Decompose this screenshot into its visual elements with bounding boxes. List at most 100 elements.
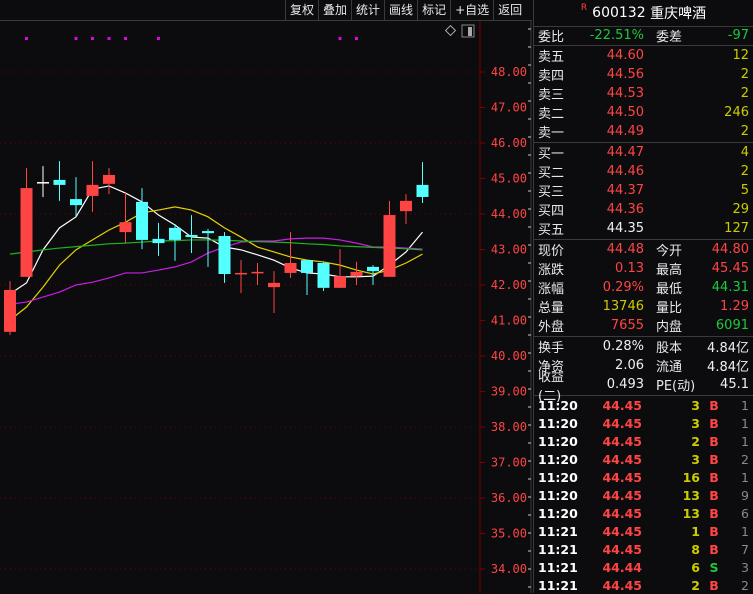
y-tick-label: 39.00 [491, 385, 527, 399]
fund-value: 45.1 [720, 377, 749, 392]
toolbar-button-1[interactable]: 叠加 [318, 0, 351, 20]
y-tick-label: 42.00 [491, 278, 527, 292]
stat-label: 最高 [656, 263, 683, 278]
candle-body [70, 199, 82, 206]
sell-volume: 2 [740, 86, 749, 101]
buy-row: 买一 44.47 4 [534, 143, 753, 162]
trade-count: 1 [741, 469, 749, 485]
fund-label: 股本 [656, 341, 683, 356]
fund-value: 0.28% [602, 339, 644, 354]
signal-marker [355, 37, 358, 40]
trade-row: 11:20 44.45 16 B 1 [534, 468, 753, 486]
sell-level-label: 卖一 [538, 126, 565, 141]
toolbar-buttons: 复权 叠加 统计 画线 标记 +自选 返回 [285, 0, 526, 20]
y-tick-label: 34.00 [491, 562, 527, 576]
sell-price: 44.53 [606, 86, 644, 101]
weibi-row: 委比 -22.51% 委差 -97 [534, 27, 753, 46]
candle-body [37, 182, 49, 184]
y-tick-label: 47.00 [491, 101, 527, 115]
buy-volume: 29 [732, 202, 749, 217]
quote-stats: 现价 44.48 今开 44.80 涨跌 0.13 最高 45.45 涨幅 0.29% 最低 44.3… [534, 240, 753, 337]
trade-count: 7 [741, 541, 749, 557]
stat-label: 今开 [656, 244, 683, 259]
signal-marker [91, 37, 94, 40]
trade-side: B [709, 433, 719, 449]
fund-value: 0.493 [606, 377, 644, 392]
trade-price: 44.45 [602, 577, 642, 593]
toolbar-button-4[interactable]: 标记 [417, 0, 450, 20]
stock-code: 600132 [592, 5, 646, 21]
sell-row: 卖一 44.49 2 [534, 122, 753, 141]
candle-body [185, 234, 198, 238]
trade-count: 1 [741, 433, 749, 449]
signal-marker [107, 37, 111, 40]
candle-body [284, 262, 297, 273]
buy-price: 44.47 [606, 145, 644, 160]
candle-body [119, 222, 132, 233]
trade-side: B [709, 577, 719, 593]
fund-label: PE(动) [656, 379, 696, 394]
trade-time: 11:21 [538, 541, 578, 557]
toolbar-button-6[interactable]: 返回 [493, 0, 526, 20]
fund-value: 4.84亿 [707, 341, 749, 356]
candle-body [367, 266, 379, 272]
stat-label: 涨幅 [538, 282, 565, 297]
y-tick-label: 46.00 [491, 136, 527, 150]
fundamental-row: 收益(二) 0.493 PE(动) 45.1 [534, 370, 753, 404]
stat-value: 44.31 [711, 280, 749, 295]
stock-name: 重庆啤酒 [650, 6, 707, 22]
sell-level-label: 卖二 [538, 107, 565, 122]
y-tick-label: 36.00 [491, 491, 527, 505]
signal-marker [74, 37, 78, 40]
trade-row: 11:20 44.45 13 B 6 [534, 504, 753, 522]
sell-row: 卖五 44.60 12 [534, 46, 753, 65]
y-tick-label: 37.00 [491, 456, 527, 470]
trade-time: 11:20 [538, 433, 578, 449]
stat-label: 涨跌 [538, 263, 565, 278]
buy-price: 44.46 [606, 164, 644, 179]
trade-count: 3 [741, 559, 749, 575]
candle-body [251, 271, 264, 274]
signal-marker [338, 37, 342, 40]
candle-body [4, 289, 16, 332]
signal-marker [25, 37, 28, 40]
signal-marker [157, 37, 160, 40]
sell-price: 44.50 [606, 105, 644, 120]
trade-time: 11:21 [538, 523, 578, 539]
trade-qty: 2 [691, 577, 700, 593]
buy-volume: 5 [740, 183, 749, 198]
toolbar-button-0[interactable]: 复权 [285, 0, 318, 20]
y-tick-label: 48.00 [491, 65, 527, 79]
stat-value: 45.45 [711, 261, 749, 276]
trade-qty: 3 [691, 451, 700, 467]
toolbar-button-5[interactable]: +自选 [450, 0, 493, 20]
candle-body [400, 200, 412, 212]
fund-value: 4.84亿 [707, 360, 749, 375]
candle-body [136, 201, 148, 240]
y-tick-label: 44.00 [491, 207, 527, 221]
candle-body [350, 271, 363, 277]
stat-value: 0.29% [602, 280, 644, 295]
trade-ticks: 11:20 44.45 3 B 1 11:20 44.45 3 B 1 11:20 44.45 2 B 1 1… [534, 396, 753, 594]
sell-row: 卖四 44.56 2 [534, 65, 753, 84]
trade-price: 44.44 [602, 559, 642, 575]
trade-qty: 3 [691, 415, 700, 431]
y-tick-label: 43.00 [491, 243, 527, 257]
toolbar-button-3[interactable]: 画线 [384, 0, 417, 20]
buy-level-label: 买五 [538, 223, 565, 238]
candle-body [301, 260, 313, 273]
trade-price: 44.45 [602, 397, 642, 413]
y-tick-label: 41.00 [491, 314, 527, 328]
trade-price: 44.45 [602, 451, 642, 467]
stat-value: 13746 [602, 299, 644, 314]
trade-side: B [709, 469, 719, 485]
toolbar-button-2[interactable]: 统计 [351, 0, 384, 20]
stat-label: 外盘 [538, 320, 565, 335]
y-tick-label: 35.00 [491, 527, 527, 541]
toolbar: 复权 叠加 统计 画线 标记 +自选 返回 [0, 0, 532, 21]
sell-book: 卖五 44.60 12 卖四 44.56 2 卖三 44.53 2 卖二 44.50 246 卖一 44.… [534, 46, 753, 143]
kline-chart[interactable]: 48.00 47.00 46.00 45.00 44.00 43.00 42.00 41.00… [0, 21, 532, 593]
fund-label: 换手 [538, 341, 565, 356]
trade-row: 11:21 44.45 1 B 1 [534, 522, 753, 540]
candle-body [20, 188, 33, 277]
